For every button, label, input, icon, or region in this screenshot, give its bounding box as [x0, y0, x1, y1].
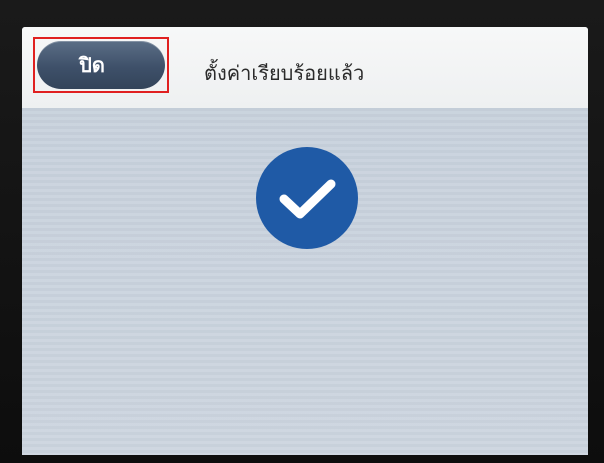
page-title: ตั้งค่าเรียบร้อยแล้ว [204, 61, 365, 85]
lcd-screen: ปิด ตั้งค่าเรียบร้อยแล้ว [22, 27, 588, 455]
device-frame: ปิด ตั้งค่าเรียบร้อยแล้ว [0, 0, 604, 463]
close-button[interactable]: ปิด [37, 41, 165, 89]
check-circle-icon [256, 147, 358, 249]
close-button-label: ปิด [79, 53, 105, 77]
header-bar: ปิด ตั้งค่าเรียบร้อยแล้ว [22, 27, 588, 108]
